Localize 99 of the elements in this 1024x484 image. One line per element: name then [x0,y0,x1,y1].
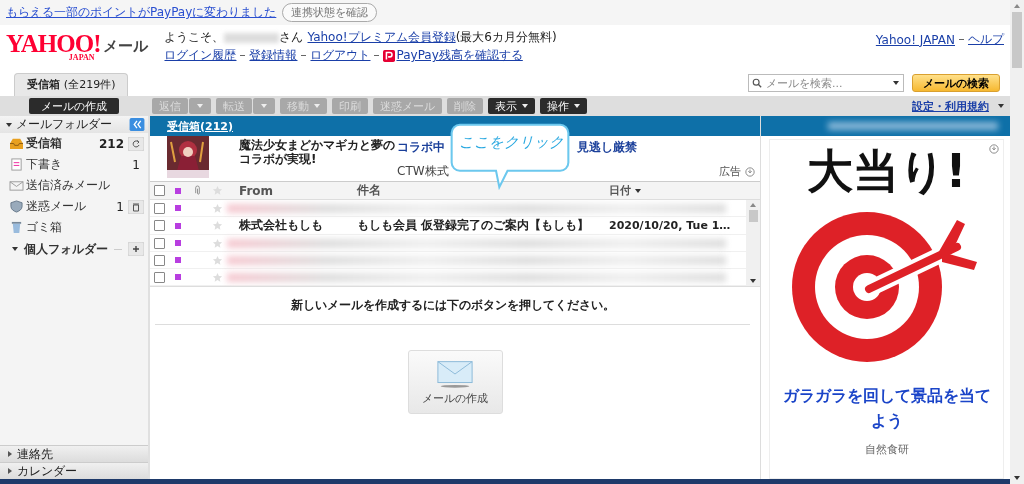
account-link[interactable]: ログイン履歴 [164,47,237,64]
column-header[interactable]: 日付 [609,183,631,198]
row-checkbox[interactable] [154,220,165,231]
caret-icon [574,104,580,108]
welcome-suffix: さん [279,29,304,46]
folder-item[interactable]: 迷惑メール [26,198,86,215]
account-link[interactable]: ログアウト [310,47,371,64]
label-icon [175,222,181,229]
sidebar-section[interactable]: 連絡先 [0,445,148,462]
dropdown-icon[interactable] [893,81,899,85]
row-checkbox[interactable] [154,271,165,283]
check-status-button[interactable]: 連携状態を確認 [282,3,378,22]
ad-sponsor: 自然食研 [864,441,909,457]
toolbar-button[interactable]: 表示 [488,98,535,114]
refresh-button[interactable] [128,136,144,151]
envelope-icon [436,358,474,389]
dropdown-button[interactable] [189,98,211,114]
caret-icon [522,104,528,108]
dropdown-button[interactable] [253,98,275,114]
folder-count: 1 [116,199,124,214]
inbox-tray-icon [9,137,24,150]
personal-folder-header: 個人フォルダー [24,240,108,258]
trash-icon [9,221,24,234]
collapse-icon[interactable] [12,247,18,251]
sort-icon[interactable] [635,188,641,193]
caret-icon [998,104,1004,108]
document-icon [9,158,24,171]
label-icon [175,257,181,263]
caret-icon [314,104,320,108]
ad-card[interactable]: 大当り! ガラガラを回して景品を当てよう 自然食研 [769,139,1004,479]
logo-subtext: JAPAN [68,54,95,62]
compose-button[interactable]: メールの作成 [29,98,119,114]
inbox-tab[interactable]: 受信箱 (全219件) [14,73,129,96]
row-checkbox[interactable] [154,202,165,214]
add-folder-button[interactable] [128,242,144,256]
collapse-icon[interactable] [6,122,12,127]
page-scrollbar[interactable] [1010,0,1024,484]
scrollbar[interactable] [746,200,760,286]
ad-text[interactable]: ガラガラを回して景品を当てよう [770,382,1003,434]
search-icon [752,78,762,88]
folder-item[interactable]: 受信箱 [26,135,62,152]
folder-header: メールフォルダー [16,116,112,133]
row-checkbox[interactable] [154,254,165,266]
settings-link[interactable]: 設定・利用規約 [912,98,989,114]
ad-sponsor: CTW株式 [397,163,450,180]
premium-link[interactable]: Yahoo!プレミアム会員登録 [307,29,456,46]
premium-note: (最大6カ月分無料) [455,29,557,46]
section-label: 連絡先 [17,445,53,463]
ad-link[interactable]: コラボ中 [397,139,445,156]
welcome-text: ようこそ、 [164,29,225,46]
column-header[interactable]: From [239,183,274,198]
envelope-icon [9,179,24,192]
collapse-button[interactable] [129,118,145,131]
star-icon[interactable] [211,271,223,283]
column-header[interactable]: 件名 [357,183,381,197]
section-label: カレンダー [17,462,77,480]
label-icon [175,187,181,194]
notice-link[interactable]: もらえる一部のポイントがPayPayに変わりました [6,4,277,21]
folder-count: 1 [132,157,140,172]
paypay-link[interactable]: PayPay残高を確認する [396,47,523,64]
compose-tile-button[interactable]: メールの作成 [407,350,503,414]
sender-cell-text: 株式会社もしも [238,217,324,234]
service-name: メール [103,37,149,56]
folder-item[interactable]: 送信済みメール [26,177,110,194]
ad-link[interactable]: 見逃し厳禁 [577,139,637,156]
date-cell-text: 2020/10/20, Tue 1… [609,219,732,232]
row-checkbox[interactable] [154,237,165,249]
sidebar-section[interactable]: カレンダー [0,462,148,479]
folder-title[interactable]: 受信箱(212) [167,118,234,134]
star-icon[interactable] [211,220,223,231]
ad-label: 広告 [719,164,741,179]
info-icon[interactable] [745,166,755,177]
top-link[interactable]: Yahoo! JAPAN [875,32,955,47]
star-icon[interactable] [211,237,223,249]
subject-cell[interactable]: もしも会員 仮登録完了のご案内【もしも】 [357,217,609,234]
ad-headline[interactable]: 魔法少女まどかマギカと夢のコラボが実現! [239,138,399,167]
info-icon[interactable] [989,144,999,154]
folder-item[interactable]: ゴミ箱 [26,219,62,236]
star-icon[interactable] [211,202,223,214]
search-button[interactable]: メールの検索 [912,74,1000,92]
account-link[interactable]: 登録情報 [249,47,298,64]
label-icon [175,240,181,246]
label-icon [175,205,181,211]
label-icon [175,274,181,280]
empty-trash-button[interactable] [128,199,144,214]
redacted-username [224,32,280,43]
star-icon[interactable] [211,254,223,266]
empty-hint: 新しいメールを作成するには下のボタンを押してください。 [155,297,750,325]
toolbar-button[interactable]: 操作 [540,98,587,114]
paypay-icon [383,49,396,62]
shield-icon [9,200,24,213]
search-field[interactable]: メールを検索... [748,74,904,92]
select-all-checkbox[interactable] [154,185,165,196]
callout-text: ここをクリック [459,133,564,152]
top-link[interactable]: ヘルプ [968,31,1004,48]
folder-item[interactable]: 下書き [26,156,62,173]
folder-count: 212 [98,136,124,151]
ad-banner-headline: 大当り! [806,146,967,197]
paperclip-icon [192,185,202,196]
